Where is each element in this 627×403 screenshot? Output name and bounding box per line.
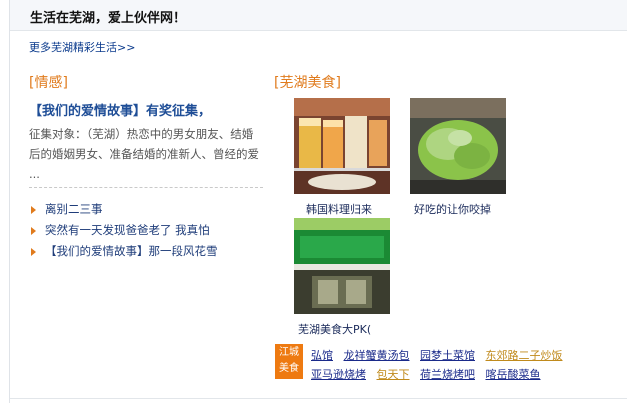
food-link[interactable]: 亚马逊烧烤: [311, 368, 366, 381]
bullet-arrow-icon: [31, 226, 36, 235]
food-link[interactable]: 弘馆: [311, 349, 333, 362]
food-link[interactable]: 包天下: [377, 368, 410, 381]
list-item[interactable]: 【我们的爱情故事】那一段风花雪: [29, 244, 218, 265]
list-item[interactable]: 离别二三事: [29, 202, 218, 223]
food-link[interactable]: 龙祥蟹黄汤包: [344, 349, 410, 362]
love-section-title[interactable]: [情感]: [29, 72, 68, 92]
bullet-arrow-icon: [31, 205, 36, 214]
article-link[interactable]: 【我们的爱情故事】那一段风花雪: [45, 244, 218, 258]
photo-caption[interactable]: 芜湖美食大PK(: [298, 321, 371, 337]
more-life-link[interactable]: 更多芜湖精彩生活>>: [29, 39, 135, 55]
lettuce-bbq-photo[interactable]: [410, 98, 506, 194]
dashed-divider: [29, 187, 263, 188]
food-link[interactable]: 园梦土菜馆: [420, 349, 475, 362]
featured-story-desc: 征集对象：（芜湖）热恋中的男女朋友、结婚后的婚姻男女、准备结婚的准新人、曾经的爱…: [29, 127, 259, 181]
food-link[interactable]: 荷兰烧烤吧: [420, 368, 475, 381]
food-category-badge: 江城美食: [275, 344, 303, 379]
love-article-list: 离别二三事 突然有一天发现爸爸老了 我真怕 【我们的爱情故事】那一段风花雪: [29, 202, 218, 265]
page-title: 生活在芜湖，爱上伙伴网！: [30, 11, 187, 26]
article-link[interactable]: 离别二三事: [45, 202, 103, 216]
article-link[interactable]: 突然有一天发现爸爸老了 我真怕: [45, 223, 210, 237]
restaurant-storefront-photo[interactable]: [294, 218, 390, 314]
bullet-arrow-icon: [31, 247, 36, 256]
food-section-title[interactable]: [芜湖美食]: [274, 72, 341, 92]
list-item[interactable]: 突然有一天发现爸爸老了 我真怕: [29, 223, 218, 244]
food-link-list: 弘馆 龙祥蟹黄汤包 园梦土菜馆 东郊路二子炒饭 亚马逊烧烤 包天下 荷兰烧烤吧 …: [311, 346, 611, 384]
food-link[interactable]: 喀岳酸菜鱼: [486, 368, 541, 381]
korean-drinks-photo[interactable]: [294, 98, 390, 194]
bottom-divider: [10, 398, 627, 399]
featured-story-title[interactable]: 【我们的爱情故事】有奖征集，: [29, 100, 211, 119]
section-header: 生活在芜湖，爱上伙伴网！: [10, 0, 627, 31]
photo-caption[interactable]: 韩国料理归来: [306, 201, 372, 217]
food-link[interactable]: 东郊路二子炒饭: [486, 349, 563, 362]
photo-caption[interactable]: 好吃的让你咬掉: [414, 201, 491, 217]
